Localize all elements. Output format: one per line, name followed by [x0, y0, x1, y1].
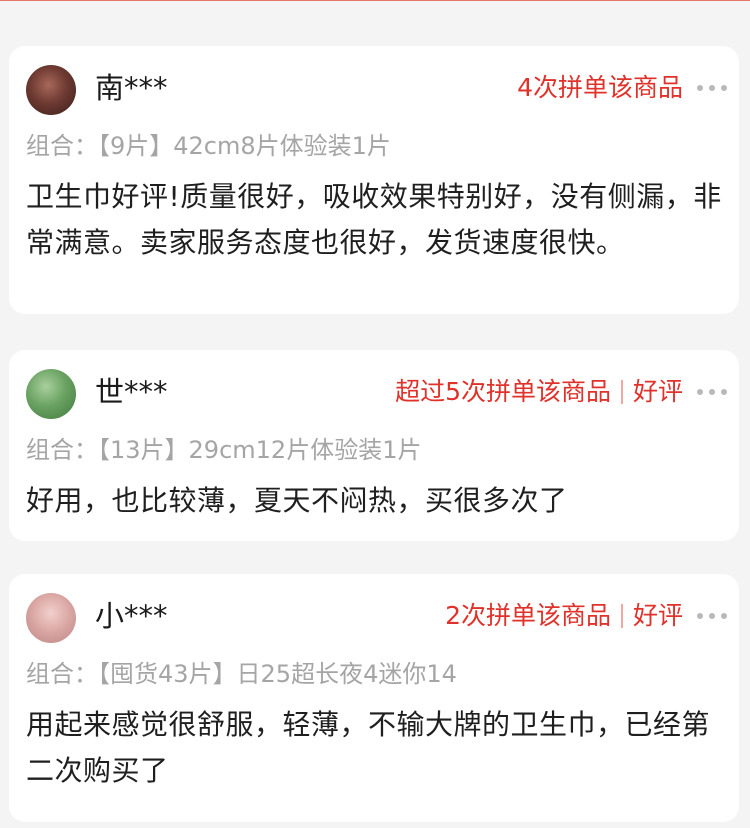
top-divider	[0, 0, 750, 1]
repeat-purchase-tag: 2次拼单该商品	[445, 601, 611, 630]
variant-info: 组合：【囤货43片】日25超长夜4迷你14	[26, 656, 457, 692]
review-card[interactable]: 小*** 2次拼单该商品 好评 组合：【囤货43片】日25超长夜4迷你14 用起…	[9, 574, 739, 822]
username: 世***	[95, 375, 168, 409]
variant-info: 组合：【13片】29cm12片体验装1片	[26, 432, 421, 468]
review-text: 好用，也比较薄，夏天不闷热，买很多次了	[26, 484, 568, 517]
review-tags: 4次拼单该商品	[517, 68, 683, 108]
review-tags: 超过5次拼单该商品 好评	[395, 372, 683, 412]
more-dots-icon[interactable]	[697, 612, 727, 620]
positive-review-tag: 好评	[632, 601, 683, 630]
variant-label: 组合：	[26, 660, 98, 688]
review-header: 世*** 超过5次拼单该商品 好评	[9, 350, 739, 440]
user-avatar[interactable]	[26, 369, 76, 419]
review-card[interactable]: 世*** 超过5次拼单该商品 好评 组合：【13片】29cm12片体验装1片 好…	[9, 350, 739, 541]
more-dots-icon[interactable]	[697, 388, 727, 396]
tag-separator	[620, 604, 623, 628]
variant-label: 组合：	[26, 132, 98, 160]
username: 小***	[95, 599, 168, 633]
variant-value: 【囤货43片】日25超长夜4迷你14	[98, 660, 457, 688]
review-tags: 2次拼单该商品 好评	[445, 596, 683, 636]
repeat-purchase-tag: 超过5次拼单该商品	[395, 377, 611, 406]
review-card[interactable]: 南*** 4次拼单该商品 组合：【9片】42cm8片体验装1片 卫生巾好评!质量…	[9, 46, 739, 314]
variant-label: 组合：	[26, 436, 98, 464]
review-header: 南*** 4次拼单该商品	[9, 46, 739, 136]
variant-value: 【13片】29cm12片体验装1片	[98, 436, 422, 464]
tag-separator	[620, 380, 623, 404]
variant-info: 组合：【9片】42cm8片体验装1片	[26, 128, 391, 164]
positive-review-tag: 好评	[632, 377, 683, 406]
repeat-purchase-tag: 4次拼单该商品	[517, 73, 683, 102]
more-dots-icon[interactable]	[697, 84, 727, 92]
variant-value: 【9片】42cm8片体验装1片	[98, 132, 391, 160]
review-text: 用起来感觉很舒服，轻薄，不输大牌的卫生巾，已经第二次购买了	[26, 708, 711, 787]
review-text: 卫生巾好评!质量很好，吸收效果特别好，没有侧漏，非常满意。卖家服务态度也很好，发…	[26, 180, 722, 259]
user-avatar[interactable]	[26, 593, 76, 643]
review-header: 小*** 2次拼单该商品 好评	[9, 574, 739, 664]
user-avatar[interactable]	[26, 65, 76, 115]
username: 南***	[95, 71, 168, 105]
